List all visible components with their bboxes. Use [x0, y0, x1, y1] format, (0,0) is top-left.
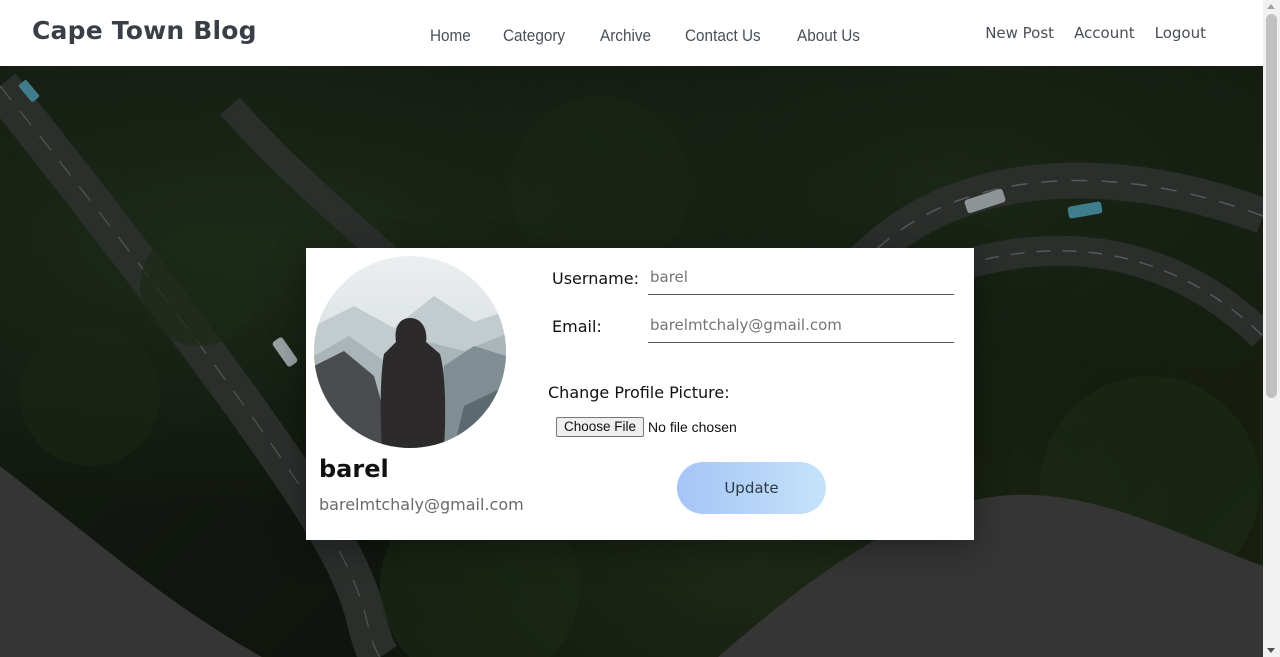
nav-category[interactable]: Category [503, 26, 565, 46]
nav-account[interactable]: Account [1074, 24, 1135, 42]
nav-archive[interactable]: Archive [600, 26, 651, 46]
choose-file-button[interactable]: Choose File [556, 417, 645, 437]
nav-home[interactable]: Home [430, 26, 471, 46]
avatar-hooded-figure-icon [314, 256, 506, 448]
page-scrollbar[interactable] [1263, 0, 1280, 657]
scrollbar-thumb[interactable] [1266, 14, 1277, 398]
profile-card: barel barelmtchaly@gmail.com Username: E… [306, 248, 974, 540]
file-status: No file chosen [648, 419, 737, 435]
scroll-down-icon[interactable] [1267, 648, 1275, 653]
update-button[interactable]: Update [677, 462, 826, 514]
file-upload: Choose File No file chosen [556, 417, 737, 437]
main-nav: Home Category Archive Contact Us About U… [430, 26, 895, 46]
brand-logo[interactable]: Cape Town Blog [32, 16, 257, 45]
change-picture-label: Change Profile Picture: [548, 383, 730, 402]
nav-about-us[interactable]: About Us [797, 26, 860, 46]
navbar: Cape Town Blog Home Category Archive Con… [0, 0, 1263, 66]
email-label: Email: [552, 317, 602, 336]
username-label: Username: [552, 269, 639, 288]
email-input[interactable] [648, 308, 954, 343]
avatar [314, 256, 506, 448]
nav-new-post[interactable]: New Post [985, 24, 1054, 42]
profile-email: barelmtchaly@gmail.com [319, 495, 524, 514]
scroll-up-icon[interactable] [1267, 4, 1275, 9]
nav-logout[interactable]: Logout [1155, 24, 1206, 42]
username-input[interactable] [648, 260, 954, 295]
nav-contact-us[interactable]: Contact Us [685, 26, 761, 46]
account-nav: New Post Account Logout [985, 24, 1206, 42]
profile-name: barel [319, 455, 389, 483]
